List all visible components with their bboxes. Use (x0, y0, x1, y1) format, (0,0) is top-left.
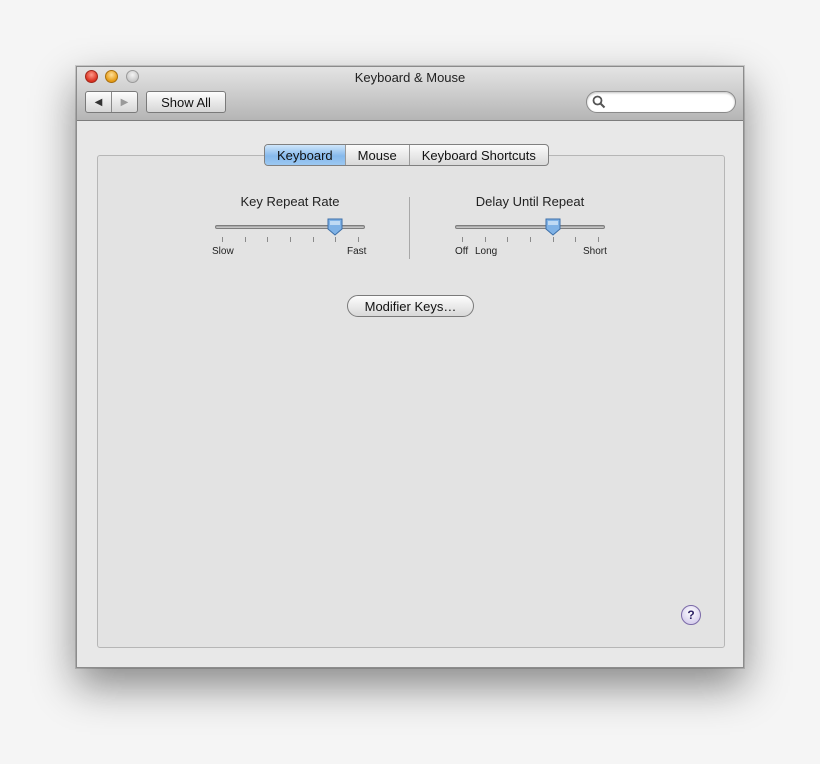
search-field[interactable] (586, 91, 736, 113)
search-input[interactable] (609, 94, 733, 112)
key-repeat-rate-tick (244, 237, 246, 242)
delay-until-repeat-tick (507, 237, 509, 242)
delay-until-repeat-tick (552, 237, 554, 242)
key-repeat-rate-tick (358, 237, 359, 242)
preferences-window: Keyboard & Mouse ◀ ▶ Show All Keyboard M… (76, 66, 744, 668)
modifier-keys-button[interactable]: Modifier Keys… (347, 295, 474, 317)
tab-keyboard[interactable]: Keyboard (265, 145, 345, 165)
delay-until-repeat-tick (484, 237, 486, 242)
tab-content-panel (97, 155, 725, 648)
tab-bar: Keyboard Mouse Keyboard Shortcuts (264, 144, 549, 166)
help-button[interactable]: ? (681, 605, 701, 625)
key-repeat-rate-thumb[interactable] (327, 218, 343, 236)
back-arrow-icon: ◀ (94, 96, 103, 108)
fast-label: Fast (347, 246, 367, 257)
delay-until-repeat-label: Delay Until Repeat (475, 194, 585, 209)
forward-button[interactable]: ▶ (111, 92, 137, 112)
delay-until-repeat-thumb[interactable] (545, 218, 561, 236)
back-button[interactable]: ◀ (86, 92, 111, 112)
long-label: Long (475, 246, 498, 257)
help-icon: ? (687, 608, 695, 622)
delay-until-repeat-slider[interactable] (455, 225, 605, 229)
short-label: Short (583, 246, 607, 257)
show-all-button[interactable]: Show All (146, 91, 226, 113)
key-repeat-rate-tick (335, 237, 337, 242)
search-icon (592, 95, 606, 109)
back-forward-group: ◀ ▶ (85, 91, 138, 113)
delay-until-repeat-tick (575, 237, 577, 242)
delay-until-repeat-tick (598, 237, 599, 242)
key-repeat-rate-tick (222, 237, 223, 242)
key-repeat-rate-label: Key Repeat Rate (240, 194, 340, 209)
tab-mouse[interactable]: Mouse (344, 145, 409, 165)
key-repeat-rate-tick (312, 237, 314, 242)
tab-keyboard-shortcuts[interactable]: Keyboard Shortcuts (408, 145, 548, 165)
toolbar: Keyboard & Mouse ◀ ▶ Show All (77, 67, 743, 121)
slow-label: Slow (212, 246, 234, 257)
window-title: Keyboard & Mouse (354, 70, 466, 85)
delay-until-repeat-tick (530, 237, 531, 242)
off-label: Off (455, 246, 469, 257)
key-repeat-rate-tick (267, 237, 269, 242)
key-repeat-rate-tick (290, 237, 291, 242)
delay-until-repeat-tick (462, 237, 463, 242)
section-divider (409, 197, 410, 259)
forward-arrow-icon: ▶ (120, 96, 129, 108)
